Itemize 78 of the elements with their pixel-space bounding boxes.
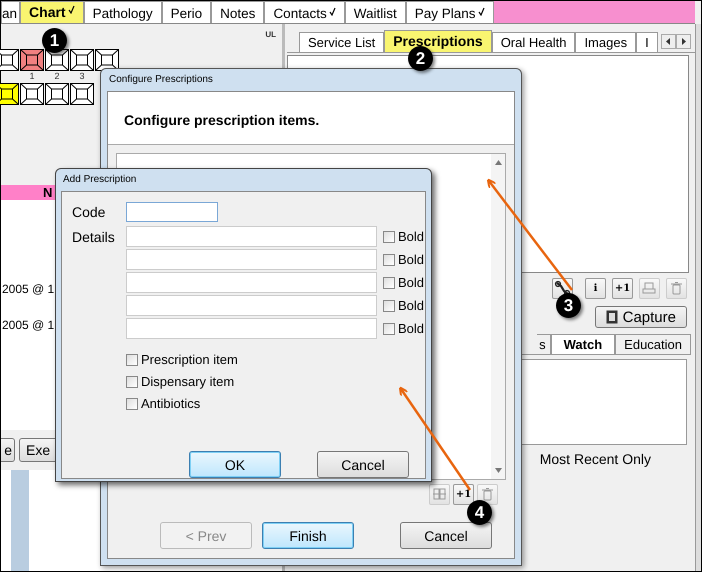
checkbox[interactable] bbox=[383, 230, 395, 242]
tooth-icon[interactable] bbox=[45, 49, 69, 71]
tooth-number: 3 bbox=[79, 71, 84, 81]
label: Details bbox=[72, 229, 116, 245]
button[interactable]: Finish bbox=[262, 522, 354, 549]
tooth-icon[interactable] bbox=[20, 83, 44, 105]
tab[interactable]: Oral Health bbox=[492, 32, 576, 52]
checkbox-label: Antibiotics bbox=[141, 396, 200, 411]
tab[interactable]: Service List bbox=[299, 32, 384, 52]
window-title: Configure Prescriptions bbox=[108, 73, 214, 87]
label: Most Recent Only bbox=[540, 451, 651, 467]
checkbox[interactable] bbox=[126, 398, 138, 410]
tab[interactable]: an bbox=[1, 1, 20, 23]
tab[interactable]: Pay Plans bbox=[406, 1, 494, 23]
checkbox-label: Bold bbox=[398, 321, 424, 336]
checkbox-label: Bold bbox=[398, 229, 424, 244]
trash-icon bbox=[668, 280, 685, 297]
button[interactable]: OK bbox=[189, 451, 281, 478]
info-button[interactable]: i bbox=[585, 278, 606, 299]
tab[interactable]: Pathology bbox=[84, 1, 162, 23]
tooth-number: 1 bbox=[29, 71, 34, 81]
add-button[interactable]: +1 bbox=[612, 278, 633, 299]
tab[interactable]: Waitlist bbox=[344, 1, 406, 23]
tooth-icon[interactable] bbox=[0, 83, 19, 105]
checkbox-label: Bold bbox=[398, 275, 424, 290]
tab[interactable]: Prescriptions bbox=[384, 30, 492, 52]
check-icon bbox=[68, 5, 75, 14]
tooth-icon[interactable] bbox=[95, 49, 119, 71]
tab[interactable]: Notes bbox=[211, 1, 264, 23]
scroll-left-icon[interactable] bbox=[661, 34, 676, 49]
button[interactable]: e bbox=[1, 438, 15, 462]
column-header: N bbox=[43, 185, 52, 200]
checkbox[interactable] bbox=[383, 322, 395, 334]
input-field[interactable] bbox=[126, 318, 377, 339]
input-field[interactable] bbox=[126, 249, 377, 270]
check-icon bbox=[478, 7, 485, 16]
tooth-number: 2 bbox=[54, 71, 60, 81]
checkbox-label: Bold bbox=[398, 252, 424, 267]
checkbox[interactable] bbox=[126, 376, 138, 388]
tooth-icon[interactable] bbox=[70, 83, 94, 105]
step-badge: 3 bbox=[556, 293, 581, 318]
scroll-up-icon[interactable] bbox=[494, 160, 502, 165]
scroll-down-icon[interactable] bbox=[494, 468, 502, 473]
checkbox-label: Dispensary item bbox=[141, 374, 234, 389]
checkbox[interactable] bbox=[383, 254, 395, 266]
camera-icon bbox=[606, 310, 618, 324]
tab[interactable]: Chart bbox=[20, 1, 84, 23]
tooth-icon[interactable] bbox=[0, 49, 19, 71]
scroll-right-icon[interactable] bbox=[676, 34, 691, 49]
checkbox-label: Bold bbox=[398, 298, 424, 313]
button[interactable]: Cancel bbox=[400, 522, 492, 549]
checkbox-label: Prescription item bbox=[141, 352, 238, 367]
tab[interactable]: Contacts bbox=[264, 1, 345, 23]
check-icon bbox=[328, 7, 336, 16]
quadrant-label: UL bbox=[265, 30, 276, 39]
tab[interactable]: Images bbox=[575, 32, 636, 52]
heading: Configure prescription items. bbox=[124, 112, 320, 128]
checkbox[interactable] bbox=[383, 276, 395, 288]
add-button[interactable]: +1 bbox=[453, 484, 474, 505]
input-field[interactable] bbox=[126, 295, 377, 316]
tooth-icon[interactable] bbox=[70, 49, 94, 71]
input-field[interactable] bbox=[126, 226, 377, 247]
tab[interactable]: s bbox=[537, 334, 551, 354]
input-field[interactable] bbox=[126, 272, 377, 293]
label: Code bbox=[72, 204, 106, 220]
checkbox[interactable] bbox=[126, 354, 138, 366]
input-field[interactable] bbox=[126, 202, 218, 222]
trash-icon bbox=[479, 486, 496, 503]
window-title: Add Prescription bbox=[62, 173, 138, 187]
checkbox[interactable] bbox=[383, 300, 395, 312]
tab[interactable]: Perio bbox=[162, 1, 212, 23]
tab[interactable]: I bbox=[636, 32, 658, 52]
tab[interactable]: Watch bbox=[550, 334, 616, 354]
tooth-icon[interactable] bbox=[45, 83, 69, 105]
capture-button[interactable]: Capture bbox=[594, 306, 687, 328]
button[interactable]: Cancel bbox=[317, 451, 409, 478]
tooth-icon[interactable] bbox=[20, 49, 44, 71]
tab[interactable]: Education bbox=[615, 334, 691, 354]
